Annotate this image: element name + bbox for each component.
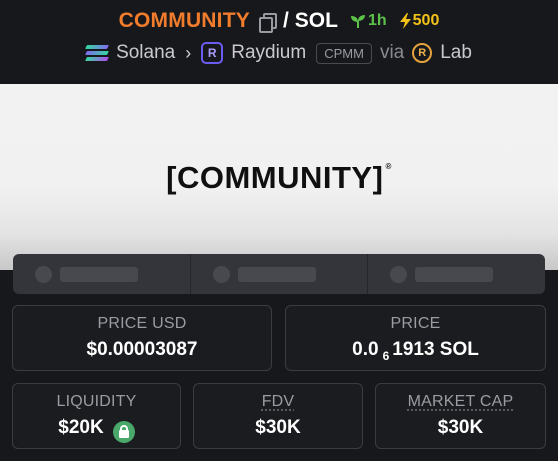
liquidity-label: LIQUIDITY	[56, 393, 137, 410]
website-icon	[35, 265, 52, 283]
liquidity-value-row: $20K	[13, 417, 180, 443]
via-label: via	[379, 42, 405, 63]
twitter-icon	[212, 265, 230, 283]
solana-icon	[85, 45, 109, 61]
liquidity-card: LIQUIDITY $20K	[12, 383, 181, 449]
price-zero-count: 6	[382, 349, 390, 363]
price-suffix: 1913 SOL	[392, 339, 479, 360]
pool-type-tag: CPMM	[316, 42, 372, 64]
pair-separator: /	[282, 9, 289, 32]
market-cap-value: $30K	[437, 417, 484, 438]
fdv-label-text: FDV	[261, 393, 295, 410]
lightning-icon	[399, 13, 411, 29]
fdv-value: $30K	[255, 417, 301, 438]
market-cap-label-text: MARKET CAP	[407, 393, 514, 410]
seedling-icon	[350, 15, 365, 28]
breadcrumb-chain[interactable]: Solana	[116, 42, 175, 64]
price-prefix: 0.0	[352, 339, 379, 360]
breadcrumb: Solana › R Raydium CPMM via R Lab	[0, 42, 558, 64]
market-cap-card: MARKET CAP $30K	[375, 383, 546, 449]
boost-badge[interactable]: 500	[399, 12, 440, 30]
liquidity-value: $20K	[58, 417, 104, 438]
fdv-label[interactable]: FDV	[194, 393, 362, 411]
copy-icon[interactable]	[258, 13, 277, 33]
lock-icon[interactable]	[112, 421, 135, 443]
raydium-icon: R	[201, 42, 224, 64]
social-link-placeholder	[415, 266, 494, 282]
breadcrumb-dex[interactable]: Raydium	[231, 42, 306, 64]
social-link-telegram[interactable]	[368, 254, 545, 294]
price-usd-value: $0.00003087	[86, 339, 198, 360]
banner-logo-text: [COMMUNITY]	[166, 160, 384, 195]
quote-symbol: SOL	[294, 9, 338, 32]
social-link-placeholder	[237, 266, 316, 282]
boost-count: 500	[412, 12, 440, 29]
price-native-label: PRICE	[390, 315, 441, 332]
price-native-value: 0.0 6 1913 SOL	[286, 339, 545, 363]
pair-age: 1h	[367, 12, 387, 29]
social-link-placeholder	[60, 266, 138, 282]
pair-title: COMMUNITY / SOL 1h 500	[0, 9, 558, 33]
social-links-bar	[13, 254, 545, 294]
registered-mark: ®	[385, 162, 392, 171]
price-native-card: PRICE 0.0 6 1913 SOL	[285, 305, 546, 371]
lab-icon: R	[412, 43, 433, 63]
banner-logo: [COMMUNITY] ®	[0, 160, 558, 196]
telegram-icon	[390, 265, 408, 283]
breadcrumb-launchpad[interactable]: Lab	[440, 42, 472, 64]
fdv-card: FDV $30K	[193, 383, 363, 449]
chevron-right-icon: ›	[185, 42, 192, 63]
token-symbol: COMMUNITY	[118, 9, 250, 32]
social-link-twitter[interactable]	[191, 254, 369, 294]
market-cap-label[interactable]: MARKET CAP	[376, 393, 545, 411]
price-usd-label: PRICE USD	[97, 315, 187, 332]
price-usd-card: PRICE USD $0.00003087	[12, 305, 272, 371]
token-banner: [COMMUNITY] ®	[0, 84, 558, 270]
social-link-website[interactable]	[13, 254, 191, 294]
pair-age-badge: 1h	[350, 12, 387, 30]
pair-header: COMMUNITY / SOL 1h 500 Solana › R Raydiu…	[0, 0, 558, 84]
